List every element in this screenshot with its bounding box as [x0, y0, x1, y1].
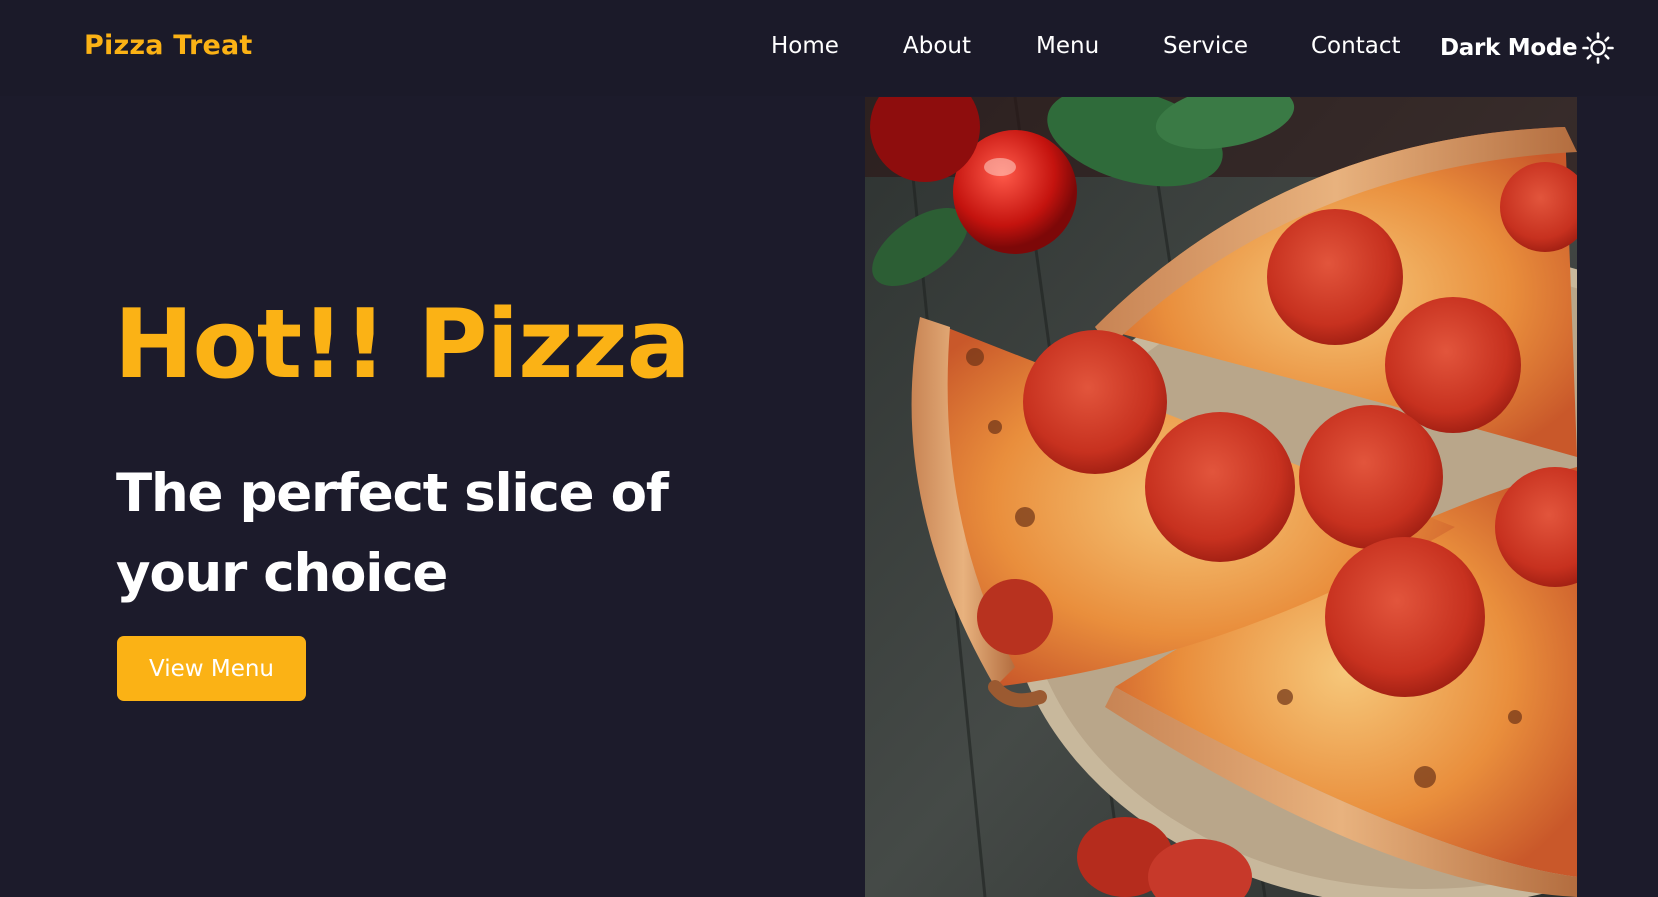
- nav-link-contact[interactable]: Contact: [1311, 33, 1400, 59]
- landing-page: Pizza Treat Home About Menu Service Cont…: [0, 0, 1658, 897]
- brand-logo[interactable]: Pizza Treat: [84, 30, 253, 61]
- nav-link-about[interactable]: About: [903, 33, 971, 59]
- nav-link-home[interactable]: Home: [771, 33, 839, 59]
- pepperoni-pizza-photo: [865, 97, 1577, 897]
- nav-link-menu[interactable]: Menu: [1036, 33, 1099, 59]
- dark-mode-toggle[interactable]: Dark Mode: [1440, 28, 1615, 68]
- view-menu-button[interactable]: View Menu: [117, 636, 306, 701]
- navbar: Pizza Treat Home About Menu Service Cont…: [0, 0, 1658, 96]
- hero-subtitle: The perfect slice of your choice: [116, 463, 669, 604]
- nav-link-service[interactable]: Service: [1163, 33, 1248, 59]
- dark-mode-label: Dark Mode: [1440, 35, 1578, 61]
- sun-icon[interactable]: [1581, 31, 1615, 65]
- hero-title: Hot!! Pizza: [114, 290, 691, 400]
